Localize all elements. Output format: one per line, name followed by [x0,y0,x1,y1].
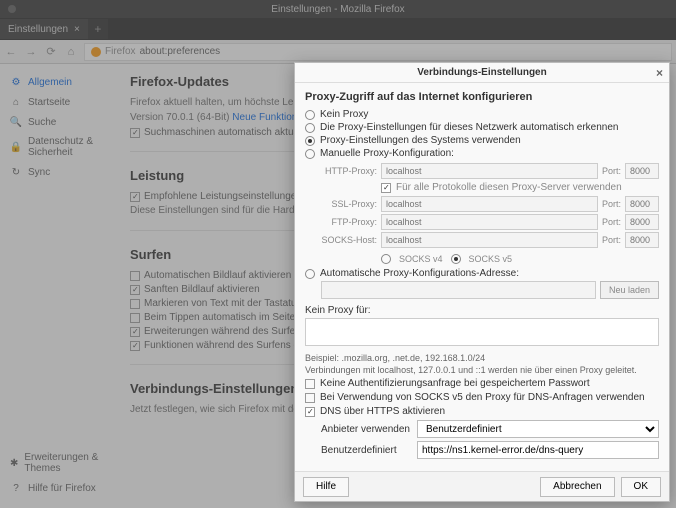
radio-socks5[interactable] [451,254,461,264]
http-proxy-input[interactable] [381,163,598,179]
dialog-heading: Proxy-Zugriff auf das Internet konfiguri… [305,91,659,103]
socks-port-input[interactable] [625,232,659,248]
ftp-port-input[interactable] [625,214,659,230]
connection-settings-dialog: Verbindungs-Einstellungen × Proxy-Zugrif… [294,62,670,502]
cancel-button[interactable]: Abbrechen [540,477,614,497]
reload-button[interactable]: Neu laden [600,281,659,299]
ok-button[interactable]: OK [621,477,661,497]
doh-custom-input[interactable] [417,441,659,459]
radio-auto-detect[interactable] [305,123,315,133]
http-port-input[interactable] [625,163,659,179]
socks-host-input[interactable] [381,232,598,248]
auth-checkbox[interactable] [305,379,315,389]
radio-socks4[interactable] [381,254,391,264]
pac-url-input[interactable] [321,281,596,299]
radio-manual-proxy[interactable] [305,149,315,159]
same-proxy-checkbox[interactable] [381,183,391,193]
noproxy-label: Kein Proxy für: [305,305,659,316]
radio-system-proxy[interactable] [305,136,315,146]
ssl-proxy-input[interactable] [381,196,598,212]
radio-no-proxy[interactable] [305,110,315,120]
noproxy-textarea[interactable] [305,318,659,346]
ssl-port-input[interactable] [625,196,659,212]
help-button[interactable]: Hilfe [303,477,349,497]
doh-provider-select[interactable]: Benutzerdefiniert [417,420,659,438]
dialog-titlebar: Verbindungs-Einstellungen × [295,63,669,83]
socks-dns-checkbox[interactable] [305,393,315,403]
doh-checkbox[interactable] [305,407,315,417]
radio-pac[interactable] [305,269,315,279]
dialog-footer: Hilfe Abbrechen OK [295,471,669,501]
close-icon[interactable]: × [656,66,663,80]
ftp-proxy-input[interactable] [381,214,598,230]
